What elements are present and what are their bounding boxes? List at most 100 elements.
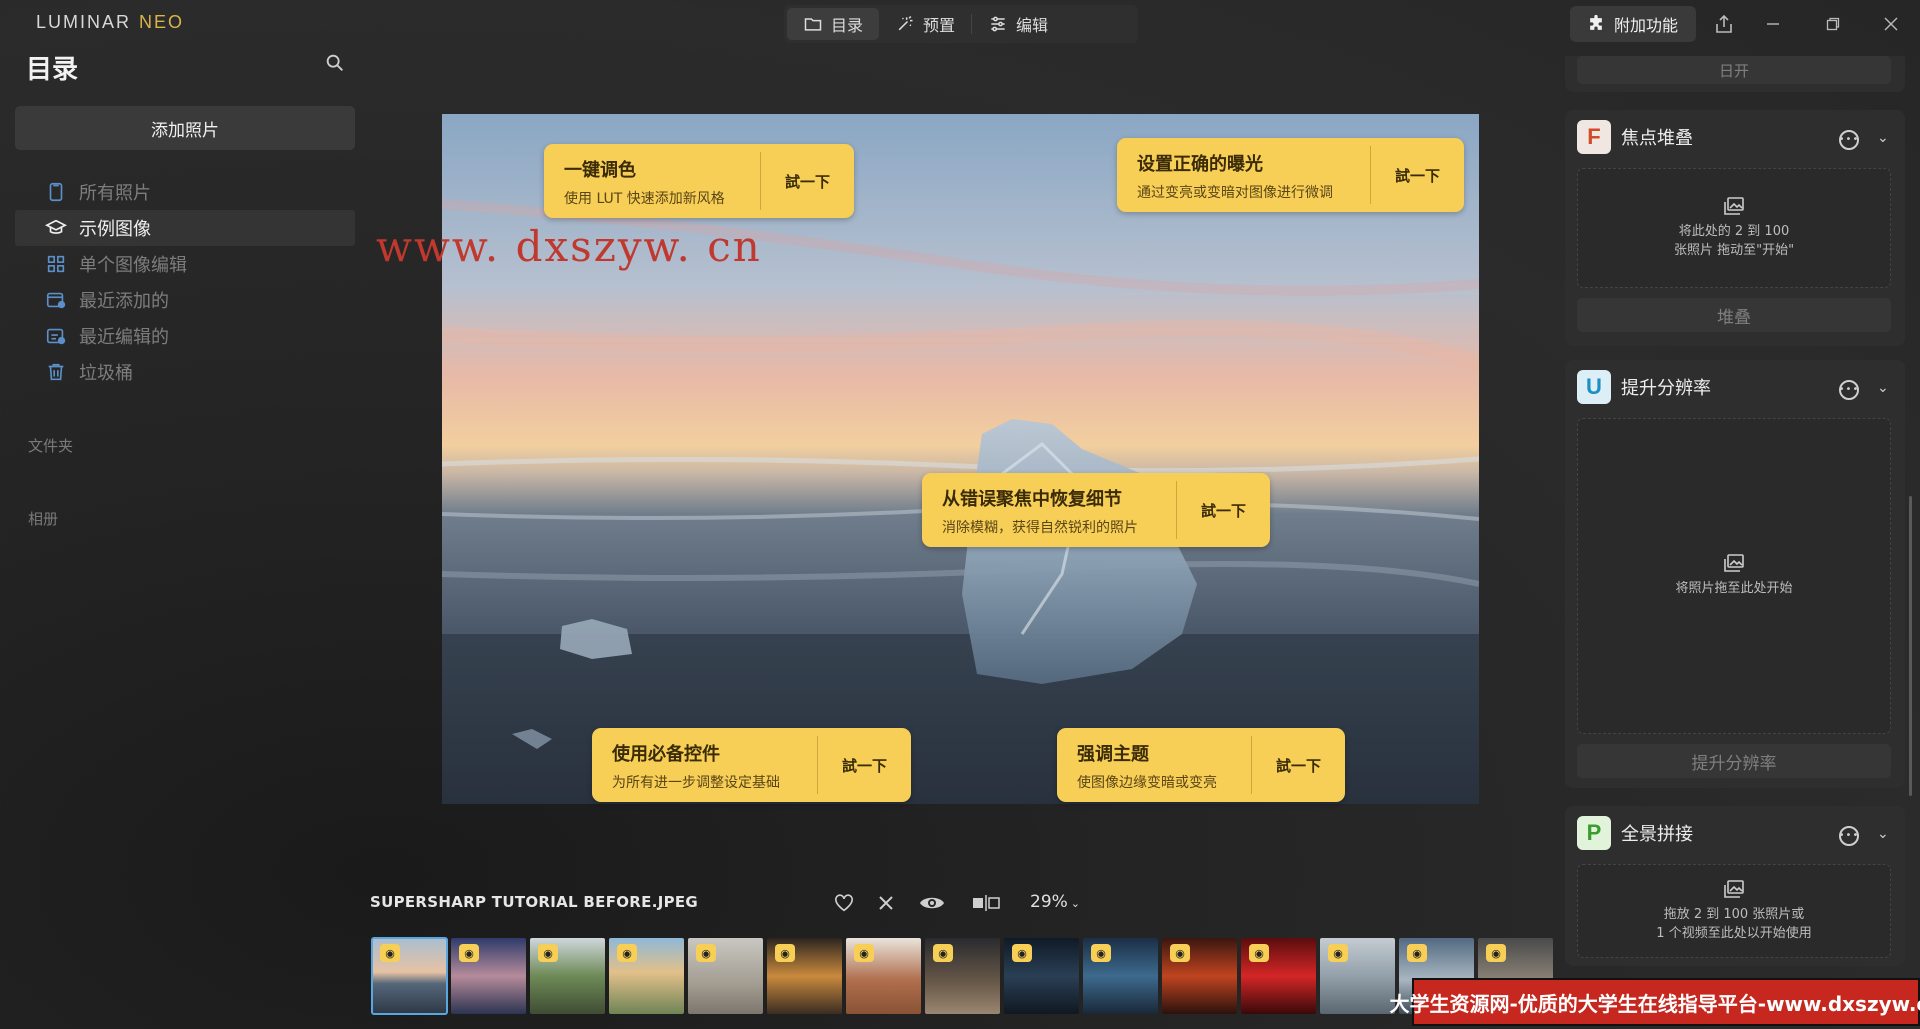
folder-icon	[804, 18, 822, 31]
tip-card-exposure: 设置正确的曝光通过变亮或变暗对图像进行微调 試一下	[1117, 138, 1464, 212]
tutorial-badge-icon: ◉	[538, 944, 558, 962]
albums-section-label[interactable]: 相册	[28, 508, 58, 529]
tip-title: 设置正确的曝光	[1137, 154, 1263, 175]
tip-desc: 通过变亮或变暗对图像进行微调	[1137, 185, 1333, 201]
tab-catalog-label: 目录	[831, 16, 864, 35]
sidebar-title: 目录	[26, 55, 79, 85]
restore-icon[interactable]	[1819, 10, 1847, 38]
tab-edit[interactable]: 编辑	[972, 8, 1064, 40]
eye-icon[interactable]	[918, 890, 946, 916]
tutorial-badge-icon: ◉	[1249, 944, 1269, 962]
more-options-icon[interactable]: •••	[1839, 130, 1859, 150]
sidebar-item-all-photos[interactable]: 所有照片	[15, 174, 355, 210]
sidebar-item-trash[interactable]: 垃圾桶	[15, 354, 355, 390]
tip-card-subject: 强调主题 使图像边缘变暗或变亮 試一下	[1057, 728, 1345, 802]
upscale-header[interactable]: U 提升分辨率	[1577, 370, 1711, 404]
panel-card-partial: 日开	[1565, 56, 1905, 92]
addons-button[interactable]: 附加功能	[1570, 6, 1696, 42]
right-panel-scrollbar[interactable]	[1909, 496, 1912, 796]
sidebar-item-recently-edited[interactable]: 最近编辑的	[15, 318, 355, 354]
filmstrip-thumb[interactable]: ◉	[1320, 938, 1395, 1014]
filmstrip-thumb[interactable]: ◉	[371, 937, 448, 1015]
graduation-cap-icon	[45, 219, 67, 234]
panorama-title: 全景拼接	[1621, 824, 1693, 845]
sidebar-item-single-edits[interactable]: 单个图像编辑	[15, 246, 355, 282]
tutorial-badge-icon: ◉	[380, 944, 400, 962]
add-photos-button[interactable]: 添加照片	[15, 106, 355, 150]
drop-hint-line1: 拖放 2 到 100 张照片或	[1663, 906, 1805, 922]
upscale-button[interactable]: 提升分辨率	[1577, 744, 1891, 778]
mode-switcher: 目录 预置 编辑	[784, 5, 1138, 43]
tab-catalog[interactable]: 目录	[787, 8, 880, 40]
tutorial-badge-icon: ◉	[1407, 944, 1427, 962]
try-it-button[interactable]: 試一下	[761, 144, 854, 218]
tip-desc: 为所有进一步调整设定基础	[612, 775, 780, 791]
zoom-dropdown[interactable]: 29% ⌄	[1030, 892, 1080, 912]
stack-button[interactable]: 堆叠	[1577, 298, 1891, 332]
logo-accent-text: NEO	[139, 12, 185, 32]
filmstrip-thumb[interactable]: ◉	[451, 938, 526, 1014]
filmstrip-thumb[interactable]: ◉	[1162, 938, 1237, 1014]
tip-desc: 使图像边缘变暗或变亮	[1077, 775, 1217, 791]
close-icon[interactable]	[1877, 10, 1905, 38]
upscale-tile-icon: U	[1577, 370, 1611, 404]
try-it-button[interactable]: 試一下	[1252, 728, 1345, 802]
try-it-button[interactable]: 試一下	[1371, 138, 1464, 212]
sidebar-item-recently-added[interactable]: 最近添加的	[15, 282, 355, 318]
tip-card-focus: 从错误聚焦中恢复细节 消除模糊，获得自然锐利的照片 試一下	[922, 473, 1270, 547]
app-logo: LUMINAR NEO	[36, 12, 184, 33]
filmstrip-thumb[interactable]: ◉	[925, 938, 1000, 1014]
tab-presets[interactable]: 预置	[879, 8, 971, 40]
chevron-down-icon[interactable]: ⌄	[1877, 826, 1889, 842]
focus-stack-header[interactable]: F 焦点堆叠	[1577, 120, 1693, 154]
filmstrip-thumb[interactable]: ◉	[530, 938, 605, 1014]
grid-icon	[47, 255, 65, 273]
try-it-button[interactable]: 試一下	[1177, 473, 1270, 547]
panorama-drop-zone[interactable]: 拖放 2 到 100 张照片或 1 个视频至此处以开始使用	[1577, 864, 1891, 958]
tip-title: 使用必备控件	[612, 744, 720, 765]
chevron-down-icon[interactable]: ⌄	[1877, 380, 1889, 396]
more-options-icon[interactable]: •••	[1839, 380, 1859, 400]
minimize-icon[interactable]	[1759, 10, 1787, 38]
promo-banner: 大学生资源网-优质的大学生在线指导平台-www.dxszyw.cn	[1389, 978, 1920, 1026]
share-icon[interactable]	[1710, 10, 1738, 38]
more-options-icon[interactable]: •••	[1839, 826, 1859, 846]
chevron-down-icon[interactable]: ⌄	[1877, 130, 1889, 146]
upscale-drop-zone[interactable]: 将照片拖至此处开始	[1577, 418, 1891, 734]
panorama-header[interactable]: P 全景拼接	[1577, 816, 1693, 850]
tutorial-badge-icon: ◉	[933, 944, 953, 962]
sidebar-item-sample-images[interactable]: 示例图像	[15, 210, 355, 246]
addons-label: 附加功能	[1614, 16, 1679, 35]
filmstrip-thumb[interactable]: ◉	[846, 938, 921, 1014]
focus-stack-title: 焦点堆叠	[1621, 128, 1693, 149]
filmstrip-thumb[interactable]: ◉	[609, 938, 684, 1014]
tutorial-badge-icon: ◉	[1091, 944, 1111, 962]
try-it-button[interactable]: 試一下	[818, 728, 911, 802]
photos-icon	[1724, 196, 1744, 215]
focus-stack-tile-icon: F	[1577, 120, 1611, 154]
partial-action-button[interactable]: 日开	[1577, 56, 1891, 84]
drop-hint-line2: 1 个视频至此处以开始使用	[1656, 926, 1812, 941]
compare-icon[interactable]	[970, 890, 1002, 916]
tip-card-essentials: 使用必备控件为所有进一步调整设定基础 試一下	[592, 728, 911, 802]
heart-icon[interactable]	[832, 890, 856, 916]
filmstrip-thumb[interactable]: ◉	[1083, 938, 1158, 1014]
watermark-text: www. dxszyw. cn	[376, 222, 762, 271]
tab-presets-label: 预置	[923, 16, 956, 35]
sidebar-item-label: 最近编辑的	[79, 327, 169, 348]
tip-card-lut: 一键调色 使用 LUT 快速添加新风格 試一下	[544, 144, 854, 218]
sidebar-item-label: 所有照片	[79, 183, 151, 204]
tip-desc: 使用 LUT 快速添加新风格	[564, 191, 725, 207]
sidebar-item-label: 最近添加的	[79, 291, 169, 312]
tutorial-badge-icon: ◉	[854, 944, 874, 962]
filmstrip-thumb[interactable]: ◉	[1241, 938, 1316, 1014]
folders-section-label[interactable]: 文件夹	[28, 435, 73, 456]
reject-icon[interactable]	[874, 890, 898, 916]
tutorial-badge-icon: ◉	[1486, 944, 1506, 962]
filmstrip-thumb[interactable]: ◉	[1004, 938, 1079, 1014]
filmstrip-thumb[interactable]: ◉	[767, 938, 842, 1014]
focus-stack-drop-zone[interactable]: 将此处的 2 到 100 张照片 拖动至"开始"	[1577, 168, 1891, 288]
filmstrip-thumb[interactable]: ◉	[688, 938, 763, 1014]
search-icon[interactable]	[324, 52, 346, 74]
tutorial-badge-icon: ◉	[459, 944, 479, 962]
